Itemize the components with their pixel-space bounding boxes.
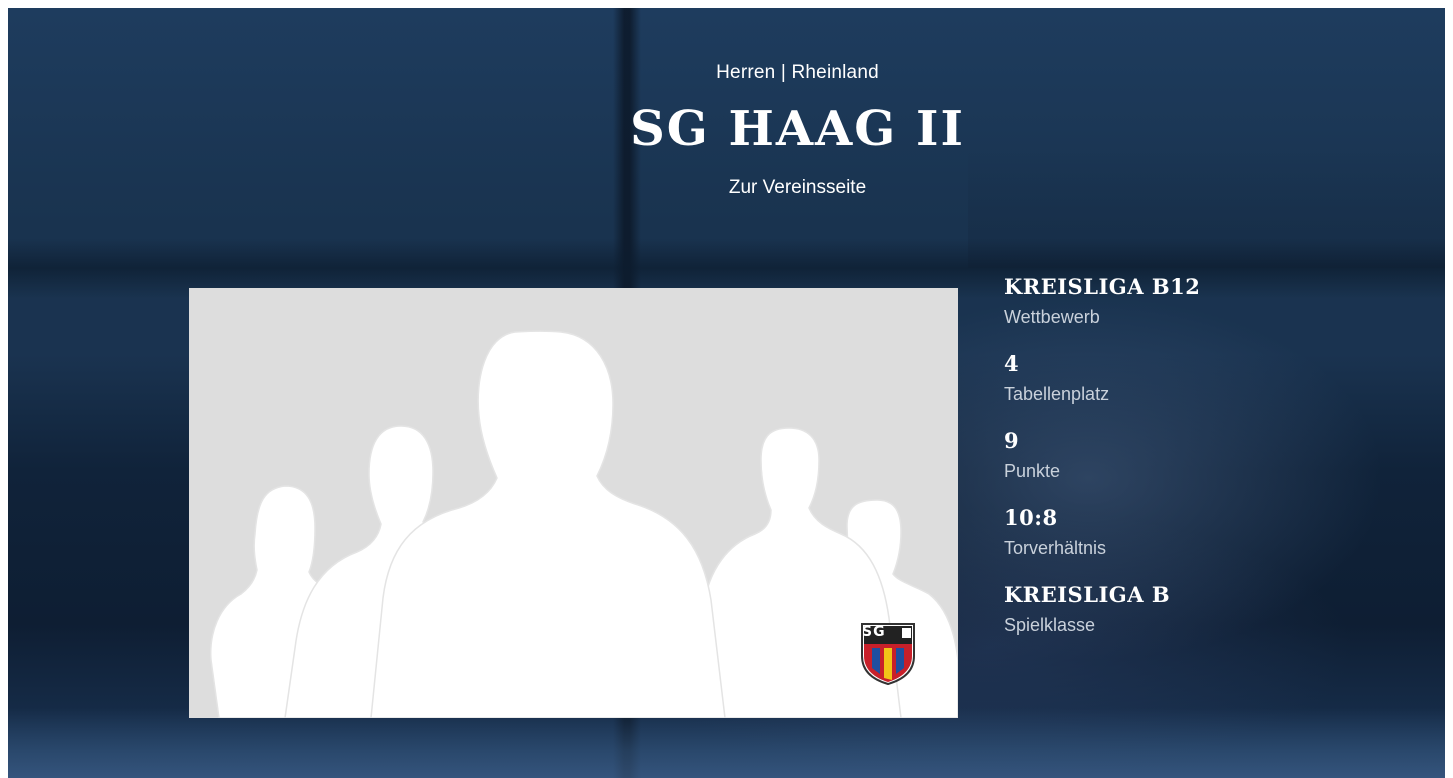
stat-points: 9 Punkte xyxy=(1004,426,1384,503)
stat-value: 10:8 xyxy=(1004,505,1058,530)
team-photo-placeholder: SG xyxy=(189,288,958,718)
stat-competition: KREISLIGA B12 Wettbewerb xyxy=(1004,272,1384,349)
stat-label: Wettbewerb xyxy=(1004,307,1100,327)
crest-text: SG xyxy=(862,624,886,640)
stat-value: 4 xyxy=(1004,351,1020,376)
stat-label: Tabellenplatz xyxy=(1004,384,1110,404)
club-page-link[interactable]: Zur Vereinsseite xyxy=(0,177,1453,199)
stat-goal-ratio: 10:8 Torverhältnis xyxy=(1004,503,1384,580)
stat-label: Spielklasse xyxy=(1004,615,1096,635)
stat-label: Torverhältnis xyxy=(1004,538,1107,558)
team-name-heading: SG HAAG II xyxy=(630,101,965,157)
stat-league-class: KREISLIGA B Spielklasse xyxy=(1004,580,1384,657)
team-category: Herren | Rheinland xyxy=(716,62,879,83)
stat-value: KREISLIGA B12 xyxy=(1004,274,1201,299)
stat-label: Punkte xyxy=(1004,461,1061,481)
team-stats-list: KREISLIGA B12 Wettbewerb 4 Tabellenplatz… xyxy=(1004,272,1384,657)
background-ground xyxy=(8,708,1445,778)
stat-table-position: 4 Tabellenplatz xyxy=(1004,349,1384,426)
background-haze xyxy=(968,148,1445,268)
stat-value: KREISLIGA B xyxy=(1004,582,1171,607)
team-silhouette-icon xyxy=(210,330,958,718)
stat-value: 9 xyxy=(1004,428,1020,453)
